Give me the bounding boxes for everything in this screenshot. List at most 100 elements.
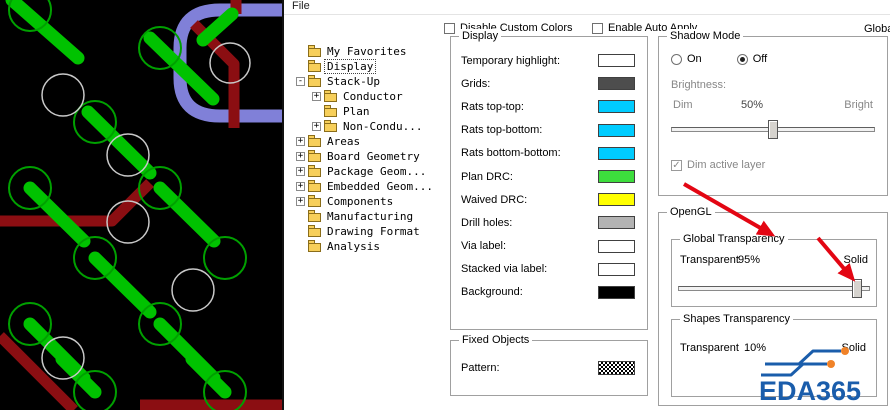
tree-item-label: Components [327, 195, 394, 208]
color-row-grids: Grids: [451, 72, 647, 95]
tree-item-embedded-geometry[interactable]: + Embedded Geom... [296, 179, 454, 194]
tree-item-conductor[interactable]: + Conductor [312, 89, 454, 104]
tree-item-label: Plan [343, 105, 370, 118]
tree-item-label: Board Geometry [327, 150, 420, 163]
tree-expander-expand[interactable]: + [312, 122, 321, 131]
color-swatch[interactable] [598, 193, 635, 207]
pcb-canvas[interactable] [0, 0, 282, 410]
global-transparent-label: Transparent [680, 254, 739, 266]
color-rows: Temporary highlight: Grids: Rats top-top… [451, 49, 647, 304]
color-swatch[interactable] [598, 285, 635, 299]
folder-icon [324, 89, 337, 102]
fixed-objects-group: Fixed Objects Pattern: [450, 333, 648, 396]
color-row-label: Drill holes: [461, 216, 513, 229]
bright-label: Bright [844, 99, 873, 111]
color-swatch[interactable] [598, 77, 635, 91]
enable-auto-apply-checkbox[interactable] [592, 22, 603, 34]
tree-item-plan[interactable]: Plan [312, 104, 454, 119]
global-transparency-thumb[interactable] [851, 279, 862, 298]
tree-item-display[interactable]: Display [296, 59, 454, 74]
pattern-label: Pattern: [461, 362, 500, 374]
color-row-rats-top-top: Rats top-top: [451, 95, 647, 118]
color-row-label: Via label: [461, 240, 507, 253]
opengl-title: OpenGL [667, 205, 715, 219]
tree-item-areas[interactable]: + Areas [296, 134, 454, 149]
folder-icon [308, 194, 321, 207]
dim-active-layer-label: Dim active layer [687, 159, 766, 171]
tree-item-label: My Favorites [327, 45, 407, 58]
tree-item-label: Manufacturing [327, 210, 414, 223]
display-group-title: Display [459, 29, 502, 43]
tree-item-non-conductor[interactable]: + Non-Condu... [312, 119, 454, 134]
brightness-slider[interactable] [671, 120, 875, 139]
folder-icon [308, 59, 321, 72]
shadow-mode-group: Shadow Mode On Off Brightness: Dim 50% B… [658, 29, 888, 196]
color-row-waived-drc: Waived DRC: [451, 188, 647, 211]
tree-item-label: Areas [327, 135, 361, 148]
color-row-label: Temporary highlight: [461, 54, 561, 67]
tree-item-drawing-format[interactable]: Drawing Format [296, 224, 454, 239]
dim-active-layer-checkbox[interactable]: ✓ [671, 159, 682, 171]
color-row-background: Background: [451, 281, 647, 304]
pattern-swatch[interactable] [598, 361, 635, 375]
color-swatch[interactable] [598, 54, 635, 68]
shadow-off-radio[interactable] [736, 53, 748, 65]
menu-bar: File [284, 0, 890, 15]
global-transparency-group: Global Transparency Transparent 95% Soli… [671, 232, 877, 307]
color-dialog: File Disable Custom Colors Enable Auto A… [282, 0, 890, 410]
tree-item-package-geometry[interactable]: + Package Geom... [296, 164, 454, 179]
shapes-transparency-title: Shapes Transparency [680, 312, 794, 326]
fixed-objects-title: Fixed Objects [459, 333, 533, 347]
brightness-label: Brightness: [671, 79, 727, 91]
disable-custom-colors-checkbox[interactable] [444, 22, 455, 34]
color-swatch[interactable] [598, 216, 635, 230]
folder-icon [308, 74, 321, 87]
color-swatch[interactable] [598, 170, 635, 184]
color-swatch[interactable] [598, 146, 635, 160]
tree-item-manufacturing[interactable]: Manufacturing [296, 209, 454, 224]
tree-item-label: Stack-Up [327, 75, 380, 88]
tree-item-label: Analysis [327, 240, 380, 253]
color-row-label: Rats top-bottom: [461, 124, 543, 137]
color-row-label: Stacked via label: [461, 263, 548, 276]
shapes-transparent-label: Transparent [680, 342, 739, 354]
folder-icon [308, 179, 321, 192]
global-transparency-slider[interactable] [678, 279, 870, 298]
color-row-label: Grids: [461, 77, 491, 90]
tree-item-label: Package Geom... [327, 165, 427, 178]
clipped-global-label: Globa [864, 23, 890, 35]
tree-expander-expand[interactable]: + [296, 197, 305, 206]
folder-icon [324, 104, 337, 117]
shadow-on-radio[interactable] [671, 53, 682, 65]
tree-item-label: Conductor [343, 90, 403, 103]
tree-item-board-geometry[interactable]: + Board Geometry [296, 149, 454, 164]
brightness-thumb[interactable] [768, 120, 778, 139]
tree-expander-expand[interactable]: + [296, 167, 305, 176]
folder-icon [308, 239, 321, 252]
color-swatch[interactable] [598, 100, 635, 114]
tree-item-my-favorites[interactable]: My Favorites [296, 44, 454, 59]
color-row-drill-holes: Drill holes: [451, 211, 647, 234]
tree-item-stack-up[interactable]: - Stack-Up [296, 74, 454, 89]
folder-icon [308, 44, 321, 57]
color-row-temporary-highlight: Temporary highlight: [451, 49, 647, 72]
tree-item-analysis[interactable]: Analysis [296, 239, 454, 254]
folder-icon [308, 149, 321, 162]
dim-label: Dim [673, 99, 693, 111]
logo-trace-dot [827, 360, 835, 368]
tree-expander-expand[interactable]: + [296, 182, 305, 191]
color-row-rats-bottom-bottom: Rats bottom-bottom: [451, 142, 647, 165]
tree-item-components[interactable]: + Components [296, 194, 454, 209]
tree-expander-expand[interactable]: + [296, 152, 305, 161]
color-swatch[interactable] [598, 123, 635, 137]
color-swatch[interactable] [598, 239, 635, 253]
tree-expander-collapse[interactable]: - [296, 77, 305, 86]
dim-active-layer-row[interactable]: ✓ Dim active layer [671, 159, 765, 171]
tree-expander-expand[interactable]: + [296, 137, 305, 146]
color-row-via-label: Via label: [451, 235, 647, 258]
tree-expander-expand[interactable]: + [312, 92, 321, 101]
color-row-label: Rats top-top: [461, 100, 524, 113]
menu-file[interactable]: File [292, 0, 310, 12]
color-swatch[interactable] [598, 262, 635, 276]
tree-item-label: Non-Condu... [343, 120, 423, 133]
